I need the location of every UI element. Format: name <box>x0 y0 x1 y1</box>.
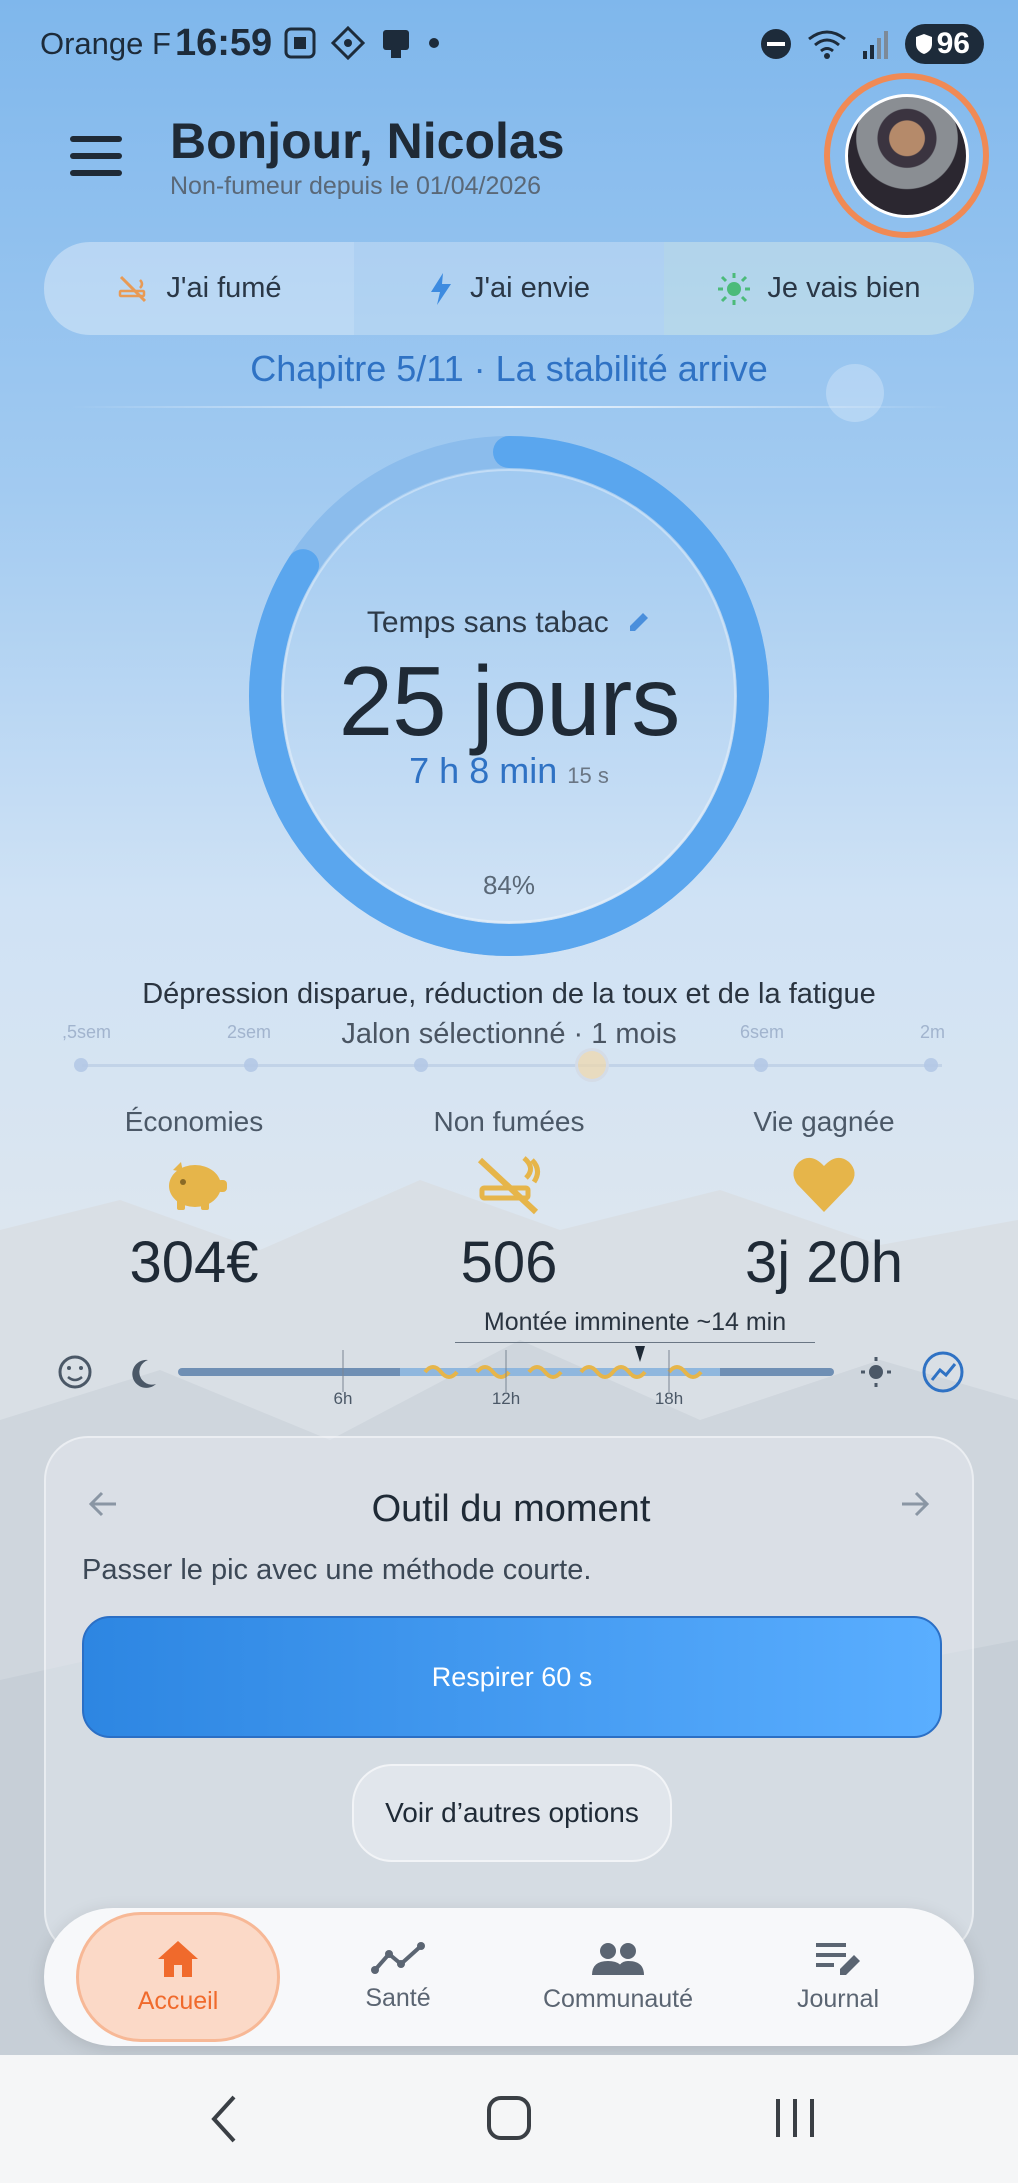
trend-chart-icon[interactable] <box>922 1351 964 1393</box>
quick-actions: J'ai fumé J'ai envie Je vais bien <box>44 242 974 335</box>
more-options-button[interactable]: Voir d’autres options <box>352 1764 672 1862</box>
no-smoking-icon <box>477 1156 540 1215</box>
nav-label: Communauté <box>542 1984 694 2013</box>
milestone-dot[interactable] <box>924 1058 938 1072</box>
feeling-good-label: Je vais bien <box>767 272 921 304</box>
carrier-name: Orange F <box>40 26 171 61</box>
nav-community[interactable]: Communauté <box>518 1908 718 2046</box>
sun-icon <box>861 1357 891 1387</box>
stat-not-smoked[interactable]: Non fumées 506 <box>359 1106 659 1296</box>
journal-icon <box>816 1942 860 1975</box>
feeling-good-button[interactable]: Je vais bien <box>664 242 974 335</box>
craving-forecast-note: Montée imminente ~14 min <box>483 1308 787 1336</box>
arrow-right-icon <box>902 1491 930 1517</box>
now-marker <box>635 1346 645 1362</box>
nav-label: Journal <box>797 1984 879 2013</box>
stat-life-gained[interactable]: Vie gagnée 3j 20h <box>674 1106 974 1296</box>
elapsed-time: 7 h 8 min 15 s <box>0 750 1018 792</box>
stat-label: Vie gagnée <box>753 1106 895 1137</box>
quit-date: Non-fumeur depuis le 01/04/2026 <box>170 172 542 200</box>
stat-value: 3j 20h <box>744 1230 904 1295</box>
home-icon <box>158 1940 198 1977</box>
bottom-navigation: Accueil Santé Communauté Journal <box>44 1908 974 2046</box>
battery-indicator: 96 <box>904 24 984 64</box>
moon-icon <box>132 1359 156 1388</box>
nav-label: Accueil <box>137 1986 219 2015</box>
nav-label: Santé <box>365 1983 431 2012</box>
profile-avatar-button[interactable] <box>824 73 989 238</box>
heart-icon <box>793 1157 855 1212</box>
clock: 16:59 <box>175 22 273 64</box>
screenshot-icon <box>284 27 316 59</box>
nav-health[interactable]: Santé <box>298 1908 498 2046</box>
selected-milestone[interactable] <box>575 1048 609 1082</box>
nav-home[interactable]: Accueil <box>78 1908 278 2046</box>
stat-value: 506 <box>460 1230 558 1295</box>
craving-button[interactable]: J'ai envie <box>354 242 664 335</box>
milestone-dot[interactable] <box>74 1058 88 1072</box>
stat-value: 304€ <box>129 1230 259 1295</box>
mood-icon[interactable] <box>58 1355 92 1389</box>
group-icon <box>592 1942 644 1975</box>
stat-savings[interactable]: Économies 304€ <box>44 1106 344 1296</box>
breathe-button[interactable]: Respirer 60 s <box>82 1616 942 1738</box>
home-button-icon[interactable] <box>486 2093 532 2143</box>
do-not-disturb-icon <box>760 29 791 59</box>
stat-label: Économies <box>124 1106 264 1137</box>
greeting-title: Bonjour, Nicolas <box>170 113 565 169</box>
progress-percent: 84% <box>482 870 536 900</box>
menu-button[interactable] <box>70 136 122 176</box>
selected-milestone-label: Jalon sélectionné · 1 mois <box>341 1018 677 1050</box>
hours-minutes: 7 h 8 min <box>409 750 558 791</box>
notification-icons <box>283 26 441 60</box>
milestone-dot[interactable] <box>754 1058 768 1072</box>
status-bar: Orange F 16:59 96 <box>0 0 1018 90</box>
divider <box>70 406 950 408</box>
milestone-dot[interactable] <box>244 1058 258 1072</box>
milestone-dot[interactable] <box>414 1058 428 1072</box>
back-icon[interactable] <box>204 2093 244 2145</box>
battery-level: 96 <box>936 27 970 60</box>
stat-label: Non fumées <box>433 1106 585 1137</box>
edit-icon[interactable] <box>627 610 651 634</box>
nfc-icon <box>383 30 409 58</box>
tool-card: Outil du moment Passer le pic avec une m… <box>44 1436 974 1956</box>
tick-label: 6h <box>334 1389 353 1408</box>
tool-title: Outil du moment <box>371 1488 651 1530</box>
decorative-bubble <box>826 364 884 422</box>
smoked-button[interactable]: J'ai fumé <box>44 242 354 335</box>
no-smoking-icon <box>119 275 147 302</box>
trend-icon <box>371 1941 425 1974</box>
piggy-bank-icon <box>169 1162 227 1210</box>
shield-icon <box>915 34 932 54</box>
lightning-icon <box>431 272 451 305</box>
next-tool-button[interactable] <box>898 1486 932 1531</box>
sun-icon <box>718 272 751 305</box>
days-count: 25 jours <box>338 646 681 756</box>
craving-label: J'ai envie <box>470 272 590 304</box>
milestone-description: Dépression disparue, réduction de la tou… <box>142 978 876 1010</box>
system-navigation-bar <box>0 2055 1018 2183</box>
craving-forecast[interactable]: 6h 12h 18h <box>0 1340 1018 1420</box>
seconds: 15 s <box>567 763 609 788</box>
nav-journal[interactable]: Journal <box>738 1908 938 2046</box>
avatar <box>844 93 969 218</box>
diamond-icon <box>331 26 365 60</box>
recents-icon[interactable] <box>770 2095 820 2141</box>
timer-label: Temps sans tabac <box>0 606 1018 640</box>
tick-label: 12h <box>492 1389 520 1408</box>
signal-icon <box>862 31 888 59</box>
wifi-icon <box>807 30 846 59</box>
tick-label: 18h <box>655 1389 683 1408</box>
dot-icon <box>429 38 439 48</box>
tool-subtitle: Passer le pic avec une méthode courte. <box>82 1554 592 1586</box>
smoked-label: J'ai fumé <box>166 272 282 304</box>
